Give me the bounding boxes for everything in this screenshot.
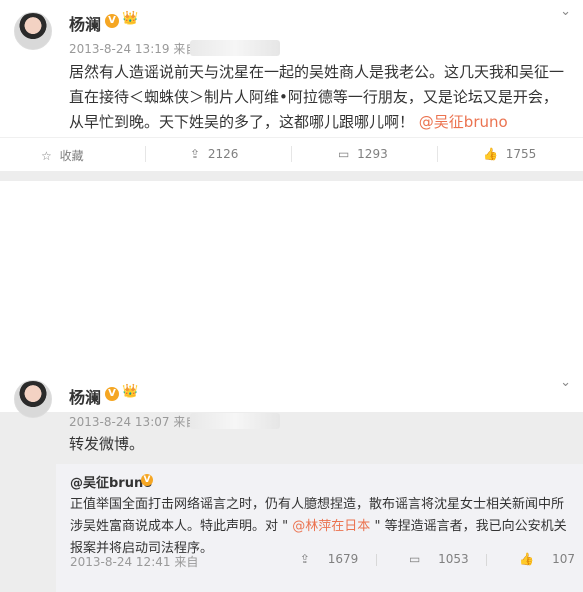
separator: [376, 553, 378, 566]
quoted-post: @吴征bruno V 正值举国全面打击网络谣言之时，仍有人臆想捏造，散布谣言将沈…: [56, 464, 583, 592]
repost-button[interactable]: ⇪ 1679: [286, 552, 362, 566]
comment-button[interactable]: ▭ 1053: [395, 552, 473, 566]
repost-icon: ⇪: [190, 147, 201, 161]
repost-button[interactable]: ⇪ 2126: [190, 147, 238, 161]
comment-count: 1293: [357, 147, 388, 161]
avatar[interactable]: [14, 12, 52, 50]
source-placeholder: [190, 413, 280, 429]
avatar[interactable]: [14, 380, 52, 418]
weibo-post-card: 杨澜 V 👑 ⌄ 2013-8-24 13:07 来自 转发微博。 @吴征bru…: [0, 181, 583, 592]
verified-badge-icon: V: [105, 387, 119, 401]
like-button[interactable]: 👍 107: [505, 552, 575, 566]
like-count: 1755: [505, 147, 537, 161]
separator: [486, 553, 488, 566]
comment-button[interactable]: ▭ 1293: [338, 147, 388, 161]
comment-icon: ▭: [408, 552, 421, 566]
crown-icon: 👑: [122, 384, 139, 399]
mention-link[interactable]: @吴征bruno: [419, 113, 508, 131]
source-placeholder: [190, 40, 280, 56]
like-count: 107: [552, 552, 575, 566]
quote-mark-open: ": [282, 519, 289, 534]
crown-icon: 👑: [122, 11, 139, 26]
like-icon: 👍: [483, 147, 498, 161]
quoted-text: 正值举国全面打击网络谣言之时，仍有人臆想捏造，散布谣言将沈星女士相关新闻中所涉吴…: [70, 494, 570, 560]
repost-count: 2126: [207, 147, 239, 161]
separator: [291, 146, 292, 162]
post-content: 居然有人造谣说前天与沈星在一起的吴姓商人是我老公。这几天我和吴征一直在接待＜蜘蛛…: [69, 60, 569, 135]
author-name[interactable]: 杨澜: [69, 11, 101, 35]
chevron-down-icon[interactable]: ⌄: [560, 4, 571, 19]
quoted-actions: ⇪ 1679 ▭ 1053 👍 107: [272, 552, 575, 566]
favorite-label: 收藏: [59, 149, 84, 163]
separator: [145, 146, 146, 162]
post-actions: ☆ 收藏 ⇪ 2126 ▭ 1293 👍 1755: [0, 138, 583, 172]
chevron-down-icon[interactable]: ⌄: [560, 375, 571, 390]
favorite-button[interactable]: ☆ 收藏: [41, 147, 84, 164]
repost-count: 1679: [327, 552, 359, 566]
mention-link[interactable]: @林萍在日本: [292, 519, 370, 534]
author-name[interactable]: 杨澜: [69, 384, 101, 408]
post-meta: 2013-8-24 13:07 来自: [69, 415, 198, 429]
separator: [437, 146, 438, 162]
like-button[interactable]: 👍 1755: [483, 147, 536, 161]
quoted-author[interactable]: @吴征bruno: [70, 472, 152, 491]
like-icon: 👍: [519, 552, 535, 566]
comment-icon: ▭: [338, 147, 350, 161]
post-content: 转发微博。: [69, 435, 145, 453]
star-icon: ☆: [41, 149, 52, 163]
repost-icon: ⇪: [299, 552, 310, 566]
weibo-post-card: 杨澜 V 👑 ⌄ 2013-8-24 13:19 来自 居然有人造谣说前天与沈星…: [0, 0, 583, 171]
verified-badge-icon: V: [105, 14, 119, 28]
post-meta: 2013-8-24 13:19 来自: [69, 42, 198, 56]
quote-mark-close: ": [374, 519, 381, 534]
verified-badge-icon: V: [141, 474, 153, 486]
quoted-meta: 2013-8-24 12:41 来自: [70, 555, 199, 569]
comment-count: 1053: [438, 552, 469, 566]
